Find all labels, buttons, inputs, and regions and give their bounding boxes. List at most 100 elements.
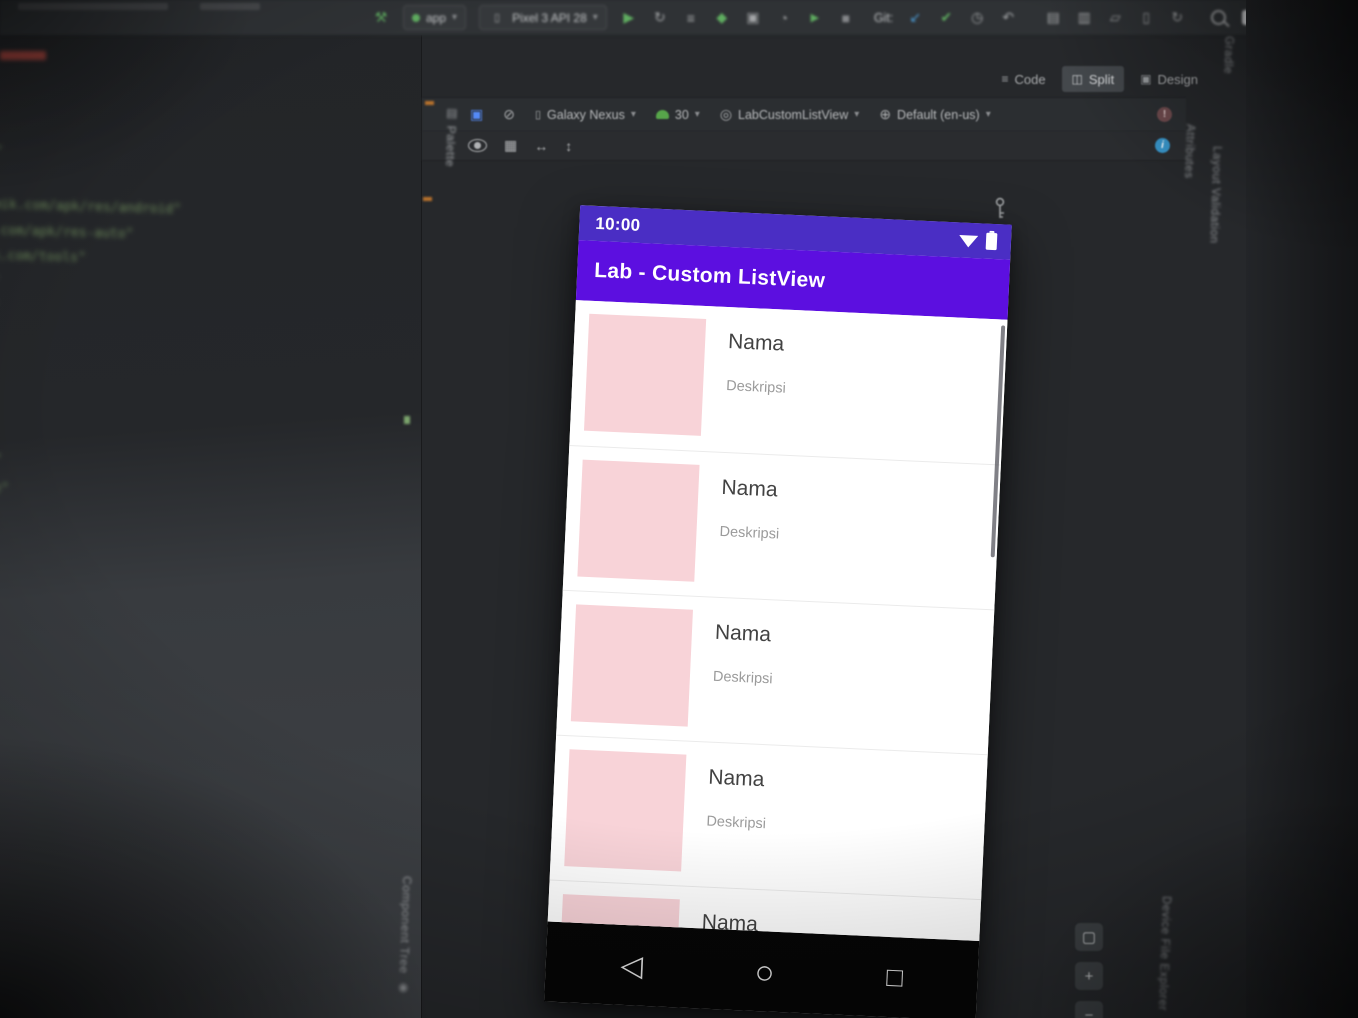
blurred-red-breadcrumb bbox=[0, 51, 46, 60]
history-clock-icon[interactable]: ◷ bbox=[968, 9, 986, 27]
blueprint-toggle[interactable]: ⊘ bbox=[503, 106, 515, 123]
device-selector[interactable]: ▯ Pixel 3 API 28 ▾ bbox=[479, 5, 607, 30]
surface-selector[interactable]: ▣ bbox=[470, 106, 483, 123]
locale-selector[interactable]: ⊕ Default (en-us) ▾ bbox=[879, 106, 990, 123]
height-arrows-icon[interactable]: ↕ bbox=[565, 138, 572, 154]
list-item[interactable]: Nama Deskripsi bbox=[549, 734, 988, 900]
status-time: 10:00 bbox=[595, 213, 641, 235]
item-image-placeholder bbox=[577, 459, 700, 582]
battery-icon bbox=[985, 232, 998, 251]
item-texts: Nama Deskripsi bbox=[711, 611, 776, 732]
code-editor-pane[interactable]: " mik.com/apk/res/android" .com/apk/res-… bbox=[0, 35, 422, 1018]
theme-label: LabCustomListView bbox=[738, 107, 849, 122]
run-config-selector[interactable]: app ▾ bbox=[403, 5, 467, 30]
key-icon bbox=[995, 197, 1005, 218]
zoom-fit-button[interactable]: ▢ bbox=[1075, 923, 1103, 951]
chevron-down-icon: ▾ bbox=[452, 12, 458, 23]
code-line: mik.com/apk/res/android" bbox=[0, 197, 182, 218]
phone-preview[interactable]: 10:00 Lab - Custom ListView Nama Deskrip… bbox=[544, 205, 1012, 1018]
preview-device-selector[interactable]: ▯ Galaxy Nexus ▾ bbox=[535, 108, 636, 122]
list-item[interactable]: Nama Deskripsi bbox=[556, 589, 995, 755]
zoom-out-button[interactable]: − bbox=[1075, 1001, 1103, 1018]
profiler-gauge-icon[interactable]: ◔ bbox=[775, 9, 793, 27]
profile-run-icon[interactable]: ▶ bbox=[806, 9, 824, 27]
list-item[interactable]: Nama Deskripsi bbox=[562, 444, 1001, 610]
rerun-icon[interactable]: ↻ bbox=[651, 9, 669, 27]
item-title: Nama bbox=[714, 620, 772, 647]
view-options-eye-icon[interactable] bbox=[468, 139, 487, 152]
android-studio-window: ⚒ app ▾ ▯ Pixel 3 API 28 ▾ ▶ ↻ ≡ ◆ ▣ ◔ ▶… bbox=[0, 0, 1358, 1018]
debug-icon[interactable]: ◆ bbox=[713, 9, 731, 27]
custom-listview[interactable]: Nama Deskripsi Nama Deskripsi Nama Deskr… bbox=[547, 300, 1008, 942]
window-edge-shadow bbox=[1246, 0, 1358, 1018]
api-level-selector[interactable]: 30 ▾ bbox=[655, 107, 700, 122]
wifi-icon bbox=[959, 233, 979, 248]
item-title: Nama bbox=[727, 330, 785, 356]
tab-split[interactable]: ◫ Split bbox=[1061, 66, 1125, 92]
device-mirror-icon[interactable]: ▱ bbox=[1106, 9, 1124, 27]
device-manager-icon[interactable]: ▯ bbox=[1137, 9, 1155, 27]
code-line: .com/apk/res-auto" bbox=[0, 223, 134, 243]
width-arrows-icon[interactable]: ↔ bbox=[534, 138, 548, 154]
magnifier-glyph bbox=[1210, 10, 1226, 25]
coverage-shield-icon[interactable]: ▣ bbox=[744, 9, 762, 27]
attributes-tool-button[interactable]: Attributes bbox=[1182, 124, 1196, 179]
tab-code[interactable]: ≡ Code bbox=[991, 66, 1055, 92]
theme-icon: ◎ bbox=[719, 106, 733, 122]
sync-icon[interactable]: ↻ bbox=[1168, 9, 1186, 27]
item-subtitle: Deskripsi bbox=[706, 813, 767, 833]
blurred-tab-text bbox=[200, 3, 260, 10]
stop-icon[interactable]: ■ bbox=[837, 9, 855, 27]
design-tab-label: Design bbox=[1157, 71, 1198, 87]
api-level-label: 30 bbox=[674, 107, 689, 122]
split-tab-label: Split bbox=[1088, 71, 1115, 87]
design-view-options-toolbar: ▦ ↔ ↕ i bbox=[422, 131, 1186, 161]
attributes-label: Attributes bbox=[1182, 123, 1196, 179]
design-toolbar: ▣ ⊘ ▯ Galaxy Nexus ▾ 30 ▾ ◎ LabCustomLis… bbox=[422, 97, 1186, 132]
home-icon: ○ bbox=[753, 952, 776, 991]
code-line: " bbox=[0, 144, 3, 160]
design-canvas[interactable]: 10:00 Lab - Custom ListView Nama Deskrip… bbox=[422, 161, 1358, 1018]
build-hammer-icon[interactable]: ⚒ bbox=[372, 9, 390, 27]
git-update-icon[interactable]: ↙ bbox=[906, 9, 924, 27]
phone-icon: ▯ bbox=[534, 109, 542, 121]
run-button[interactable]: ▶ bbox=[620, 9, 638, 27]
issues-badge[interactable]: ! bbox=[1157, 107, 1172, 122]
item-subtitle: Deskripsi bbox=[719, 523, 780, 543]
palette-tool-button[interactable]: ▤ Palette bbox=[443, 106, 459, 168]
phone-icon: ▯ bbox=[494, 12, 501, 24]
zoom-controls: ▢ + − bbox=[1075, 923, 1103, 1018]
app-title: Lab - Custom ListView bbox=[593, 258, 826, 293]
item-title: Nama bbox=[707, 765, 765, 792]
globe-icon: ⊕ bbox=[879, 106, 892, 122]
item-image-placeholder bbox=[584, 313, 707, 436]
preview-device-label: Galaxy Nexus bbox=[547, 107, 625, 122]
error-stripe-mark bbox=[425, 101, 434, 105]
grid-icon[interactable]: ▦ bbox=[504, 137, 517, 154]
back-icon: ◁ bbox=[619, 949, 644, 983]
warning-tick bbox=[404, 416, 410, 424]
layout-inspector-icon[interactable]: ▥ bbox=[1075, 9, 1093, 27]
code-tab-label: Code bbox=[1014, 71, 1046, 87]
zoom-in-button[interactable]: + bbox=[1075, 962, 1103, 990]
run-menu-icon[interactable]: ≡ bbox=[682, 9, 700, 27]
item-texts: Nama Deskripsi bbox=[724, 320, 789, 442]
design-tab-icon: ▣ bbox=[1140, 72, 1152, 86]
layers-icon: ▣ bbox=[470, 106, 484, 122]
theme-selector[interactable]: ◎ LabCustomListView ▾ bbox=[720, 106, 860, 123]
project-structure-icon[interactable]: ▤ bbox=[1044, 9, 1062, 27]
toolbar-actions: ⚒ app ▾ ▯ Pixel 3 API 28 ▾ ▶ ↻ ≡ ◆ ▣ ◔ ▶… bbox=[372, 5, 1258, 30]
chevron-down-icon: ▾ bbox=[854, 109, 860, 120]
gradle-tool-button[interactable]: Gradle bbox=[1221, 36, 1234, 75]
tab-design[interactable]: ▣ Design bbox=[1130, 66, 1208, 92]
search-icon[interactable] bbox=[1209, 9, 1227, 27]
git-label: Git: bbox=[873, 10, 894, 25]
list-item[interactable]: Nama Deskripsi bbox=[569, 300, 1007, 464]
code-line: se" bbox=[0, 481, 10, 497]
info-badge[interactable]: i bbox=[1155, 138, 1170, 153]
item-texts: Nama Deskripsi bbox=[717, 466, 782, 587]
git-commit-icon[interactable]: ✔ bbox=[937, 9, 955, 27]
rollback-icon[interactable]: ↶ bbox=[999, 9, 1017, 27]
blurred-tab-text bbox=[18, 3, 168, 10]
editor-mode-tabs: ≡ Code ◫ Split ▣ Design bbox=[422, 63, 1358, 95]
